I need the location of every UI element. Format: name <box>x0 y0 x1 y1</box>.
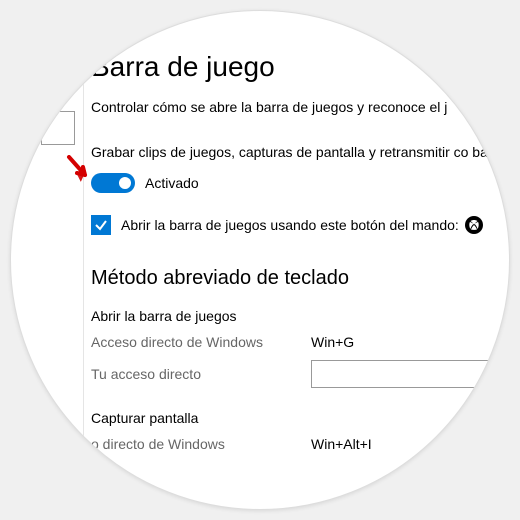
controller-open-label: Abrir la barra de juegos usando este bot… <box>121 216 483 234</box>
controller-open-row: Abrir la barra de juegos usando este bot… <box>91 215 510 235</box>
shortcut-capture-windows-value: Win+Alt+I <box>311 436 372 452</box>
shortcut-custom-label: Tu acceso directo <box>91 366 311 382</box>
record-toggle-row: Activado <box>91 173 510 193</box>
shortcut-windows-label: Acceso directo de Windows <box>91 334 311 350</box>
controller-open-text: Abrir la barra de juegos usando este bot… <box>121 217 459 233</box>
shortcut-capture: Capturar pantalla o directo de Windows W… <box>91 410 510 452</box>
shortcut-open-windows-row: Acceso directo de Windows Win+G <box>91 334 510 350</box>
xbox-icon <box>465 216 483 234</box>
divider <box>83 11 84 510</box>
settings-panel: Barra de juego Controlar cómo se abre la… <box>91 51 510 474</box>
shortcut-capture-windows-row: o directo de Windows Win+Alt+I <box>91 436 510 452</box>
controller-open-checkbox[interactable] <box>91 215 111 235</box>
checkmark-icon <box>94 218 108 232</box>
shortcut-open-custom-row: Tu acceso directo <box>91 360 510 388</box>
record-toggle-label: Activado <box>145 175 199 191</box>
shortcuts-heading: Método abreviado de teclado <box>91 267 510 290</box>
annotation-arrow-icon <box>63 155 91 183</box>
sidebar-icon-fragment <box>41 111 75 145</box>
shortcut-open-bar: Abrir la barra de juegos Acceso directo … <box>91 308 510 388</box>
record-toggle[interactable] <box>91 173 135 193</box>
shortcut-capture-windows-label: o directo de Windows <box>91 436 311 452</box>
page-title: Barra de juego <box>91 51 510 83</box>
page-description: Controlar cómo se abre la barra de juego… <box>91 99 510 115</box>
shortcut-open-title: Abrir la barra de juegos <box>91 308 510 324</box>
content-circle-mask: Barra de juego Controlar cómo se abre la… <box>10 10 510 510</box>
shortcut-capture-title: Capturar pantalla <box>91 410 510 426</box>
shortcut-open-windows-value: Win+G <box>311 334 354 350</box>
record-description: Grabar clips de juegos, capturas de pant… <box>91 143 510 163</box>
shortcut-open-custom-input[interactable] <box>311 360 491 388</box>
